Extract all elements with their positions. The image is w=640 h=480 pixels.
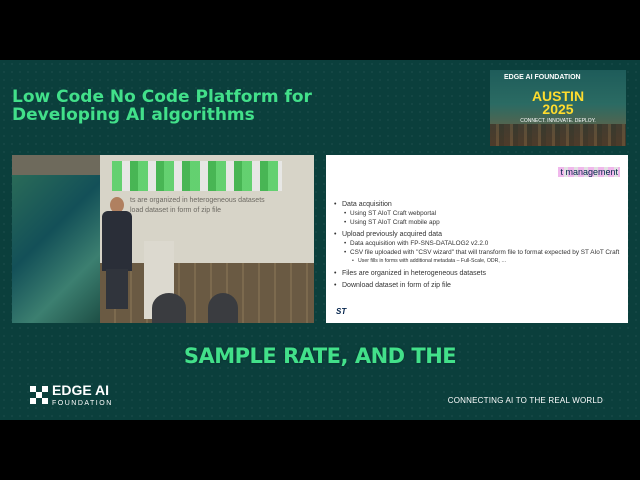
slide-bullet: Using ST AIoT Craft mobile app <box>334 218 624 227</box>
audience-head <box>208 293 238 323</box>
speaker-body <box>102 211 132 271</box>
slide-bullet: Download dataset in form of zip file <box>334 281 624 290</box>
ghost-text-2: load dataset in form of zip file <box>130 207 222 214</box>
speaker-video: ts are organized in heterogeneous datase… <box>12 155 314 323</box>
audience-head <box>152 293 186 323</box>
skyline-image <box>490 124 626 146</box>
event-year: 2025 <box>542 101 574 117</box>
page-title: Low Code No Code Platform for Developing… <box>12 88 342 124</box>
brand-name: EDGE AI <box>52 382 110 398</box>
slide-bullet: Data acquisition with FP-SNS-DATALOG2 v2… <box>334 239 624 248</box>
slide-bullet: Using ST AIoT Craft webportal <box>334 209 624 218</box>
speaker-legs <box>106 269 128 309</box>
slide-bullet: Data acquisition <box>334 200 624 209</box>
event-badge: EDGE AI FOUNDATION AUSTIN 2025 CONNECT. … <box>490 70 626 146</box>
title-line-2: Developing AI algorithms <box>12 105 255 125</box>
brand-foundation: FOUNDATION <box>52 400 113 407</box>
ghost-text-1: ts are organized in heterogeneous datase… <box>130 197 265 204</box>
slide-bullet: Upload previously acquired data <box>334 230 624 239</box>
glitch-overlay <box>112 161 282 191</box>
slide-title: t management <box>558 167 620 177</box>
edge-ai-logo: EDGE AI FOUNDATION <box>30 382 113 407</box>
video-frame: Low Code No Code Platform for Developing… <box>0 60 640 420</box>
speaker-figure <box>100 197 134 317</box>
logo-mark-icon <box>30 385 48 404</box>
footer-tagline: CONNECTING AI TO THE REAL WORLD <box>447 396 603 405</box>
slide-bullet: CSV file uploaded with "CSV wizard" that… <box>334 248 624 257</box>
title-line-1: Low Code No Code Platform for <box>12 87 312 107</box>
subtitle-caption: SAMPLE RATE, AND THE <box>183 344 457 368</box>
slide-bullet-list: Data acquisitionUsing ST AIoT Craft webp… <box>334 197 624 290</box>
slide-bullet: Files are organized in heterogeneous dat… <box>334 269 624 278</box>
presentation-slide: t management Data acquisitionUsing ST AI… <box>326 155 628 323</box>
event-city: AUSTIN 2025 <box>490 89 626 117</box>
event-org: EDGE AI FOUNDATION <box>504 74 581 81</box>
st-logo: ST <box>336 307 347 316</box>
decorative-wall <box>12 175 102 323</box>
slide-bullet: User fills in forms with additional meta… <box>334 257 624 266</box>
